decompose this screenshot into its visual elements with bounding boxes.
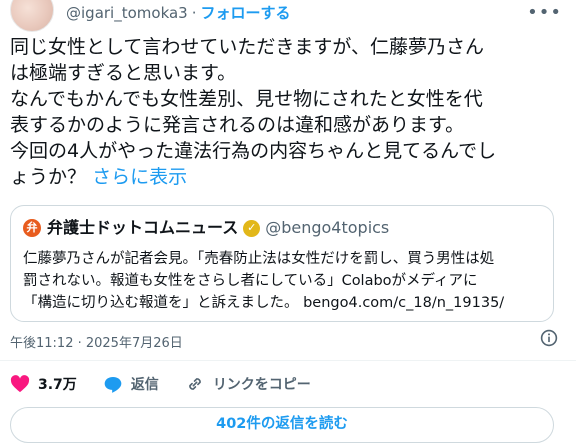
tweet-line: ょうか？ bbox=[10, 166, 87, 188]
like-button[interactable]: 3.7万 bbox=[10, 374, 77, 394]
tweet-timestamp[interactable]: 午後11:12 · 2025年7月26日 bbox=[10, 332, 183, 351]
quote-body: 仁藤夢乃さんが記者会見。「売春防止法は女性だけを罰し、買う男性は処 罰されない。… bbox=[23, 248, 547, 314]
tweet-line: なんでもかんでも女性差別、見せ物にされたと女性を代 bbox=[10, 88, 483, 110]
author-handle[interactable]: @igari_tomoka3 bbox=[66, 4, 188, 22]
quote-line: 罰されない。報道も女性をさらし者にしている」Colaboがメディアに bbox=[23, 273, 478, 289]
quote-avatar: 弁 bbox=[23, 219, 41, 237]
info-icon[interactable] bbox=[540, 329, 558, 347]
tweet-header: @igari_tomoka3 · フォローする bbox=[66, 4, 291, 22]
quote-author-name: 弁護士ドットコムニュース bbox=[47, 218, 239, 237]
copy-link-button[interactable]: リンクをコピー bbox=[185, 374, 311, 394]
read-replies-button[interactable]: 402件の返信を読む bbox=[10, 407, 554, 443]
tweet-line: 今回の4人がやった違法行為の内容ちゃんと見てるんでし bbox=[10, 140, 497, 162]
tweet-line: は極端すぎると思います。 bbox=[10, 62, 237, 84]
reply-label: 返信 bbox=[130, 377, 159, 393]
header-separator: · bbox=[191, 4, 197, 22]
more-horizontal-icon[interactable]: ••• bbox=[527, 4, 562, 22]
tweet-text: 同じ女性として言わせていただきますが、仁藤夢乃さん は極端すぎると思います。 な… bbox=[10, 34, 550, 190]
tweet-line: 表するかのように発言されるのは違和感があります。 bbox=[10, 114, 465, 136]
author-avatar[interactable] bbox=[10, 0, 54, 32]
reply-bubble-icon bbox=[104, 376, 122, 393]
show-more-link[interactable]: さらに表示 bbox=[92, 166, 187, 188]
quoted-tweet-card[interactable]: 弁 弁護士ドットコムニュース ✓ @bengo4topics 仁藤夢乃さんが記者… bbox=[10, 205, 554, 322]
verified-badge-icon: ✓ bbox=[243, 219, 261, 237]
heart-icon bbox=[10, 375, 30, 393]
reply-button[interactable]: 返信 bbox=[103, 374, 159, 394]
tweet-line: 同じ女性として言わせていただきますが、仁藤夢乃さん bbox=[10, 36, 485, 58]
like-count: 3.7万 bbox=[38, 377, 77, 393]
action-bar: 3.7万 返信 リンクをコピー bbox=[10, 372, 337, 396]
link-icon bbox=[188, 378, 201, 390]
divider bbox=[0, 360, 576, 361]
quote-header: 弁 弁護士ドットコムニュース ✓ @bengo4topics bbox=[23, 218, 389, 238]
follow-button[interactable]: フォローする bbox=[201, 4, 291, 22]
quote-author-handle: @bengo4topics bbox=[265, 218, 390, 237]
quote-line: 「構造に切り込む報道を」と訴えました。 bengo4.com/c_18/n_19… bbox=[23, 295, 505, 311]
copy-link-label: リンクをコピー bbox=[212, 377, 311, 393]
quote-line: 仁藤夢乃さんが記者会見。「売春防止法は女性だけを罰し、買う男性は処 bbox=[23, 251, 495, 267]
